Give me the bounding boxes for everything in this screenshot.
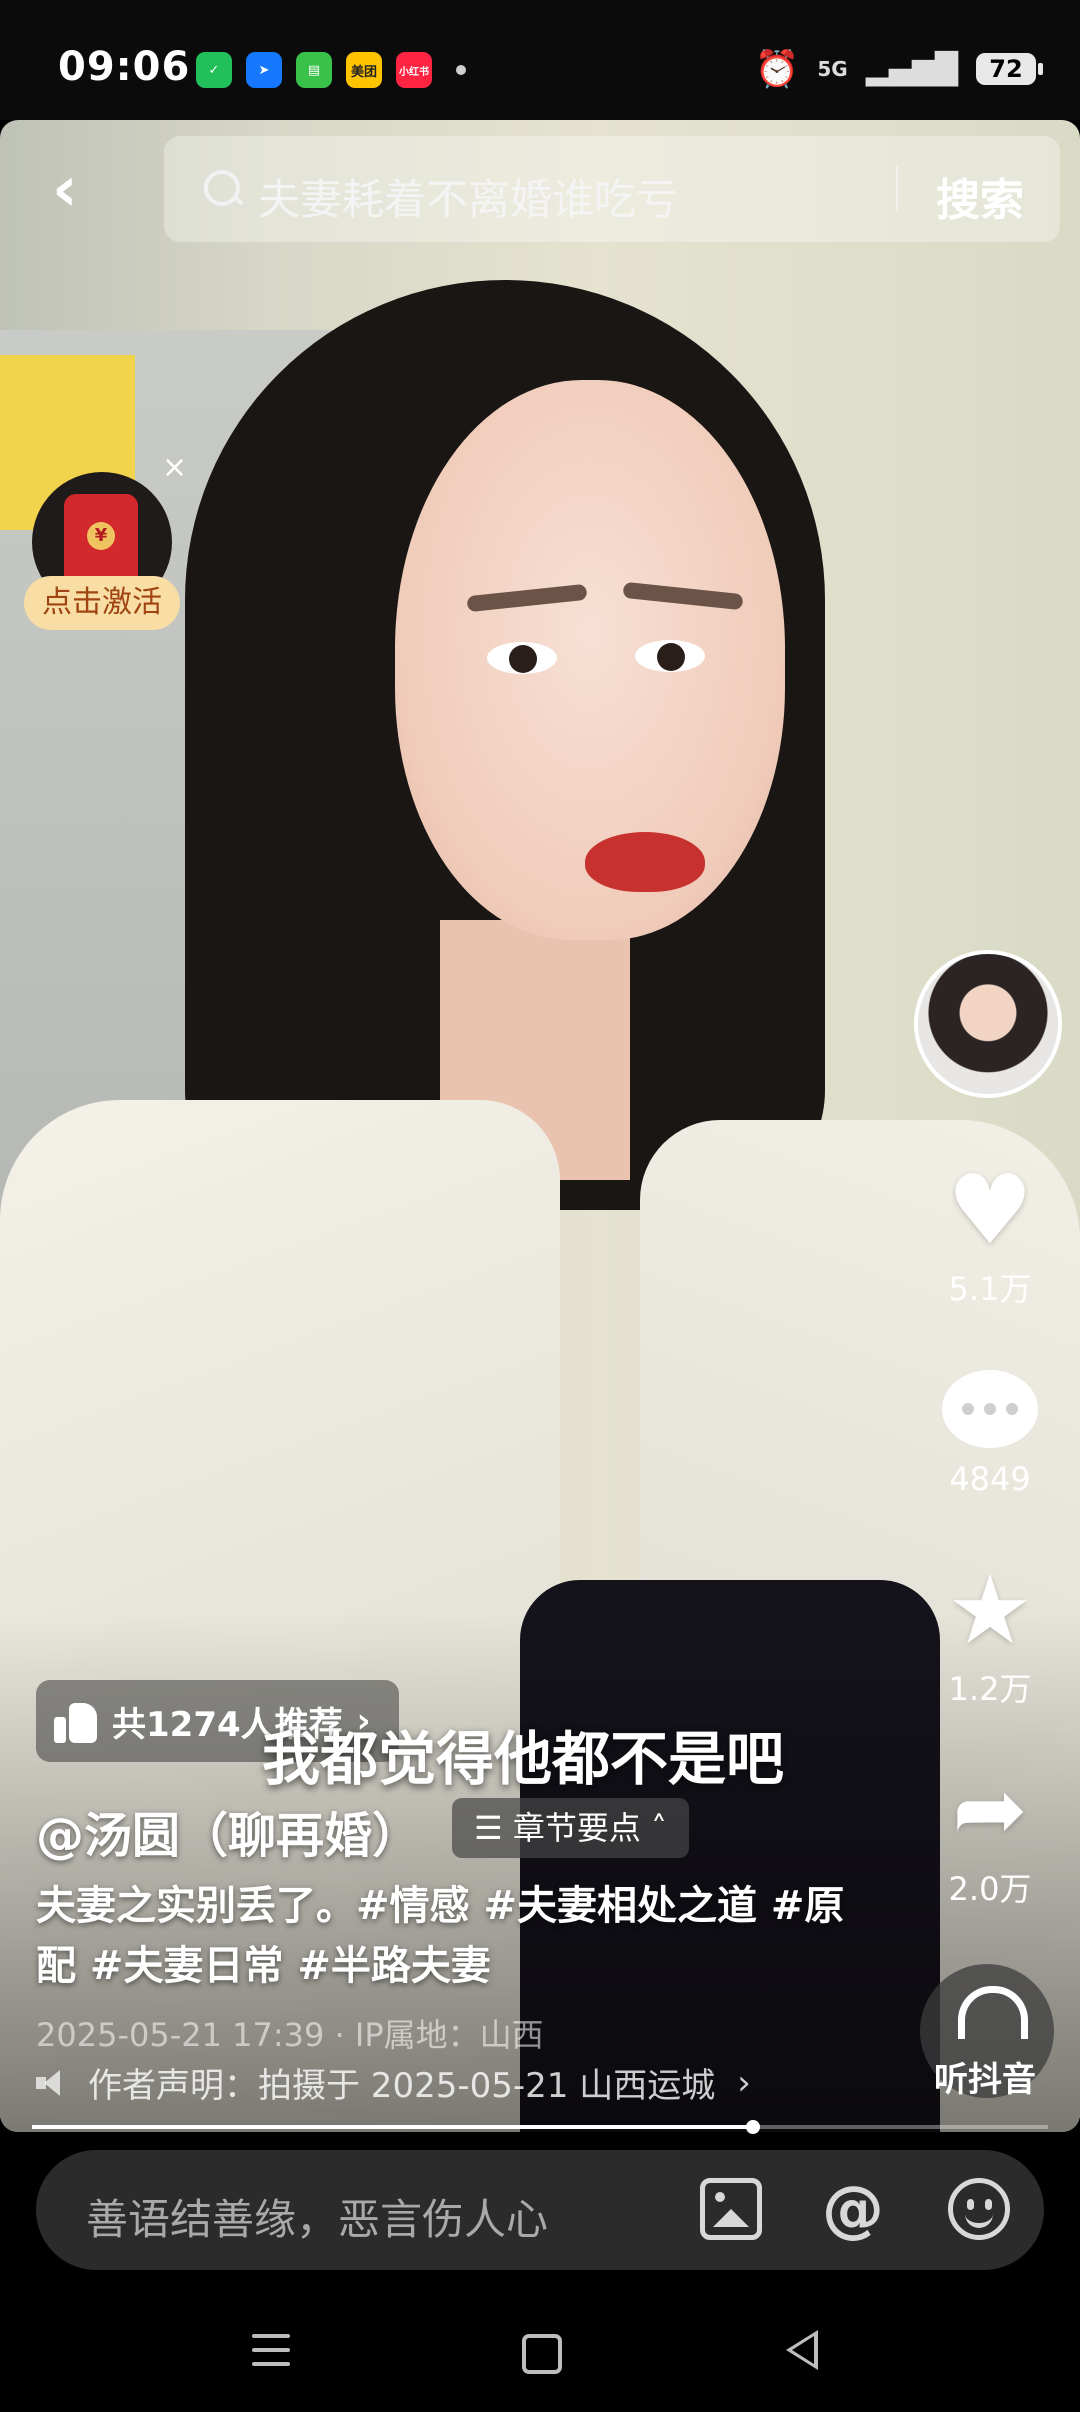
right-brow [622, 581, 744, 611]
right-eye [635, 640, 705, 672]
like-count: 5.1万 [948, 1270, 1032, 1308]
star-icon: ★ [946, 1554, 1034, 1666]
like-button[interactable]: ♥ 5.1万 [920, 1160, 1060, 1310]
search-box[interactable]: 夫妻耗着不离婚谁吃亏 搜索 [164, 136, 1060, 242]
thumbs-up-icon [54, 1699, 98, 1743]
meituan-icon: 美团 [346, 52, 382, 88]
activate-button[interactable]: 点击激活 [24, 576, 180, 630]
home-icon[interactable] [522, 2334, 562, 2374]
promo-close-icon[interactable]: × [162, 450, 187, 485]
top-bar: ‹ 夫妻耗着不离婚谁吃亏 搜索 [0, 120, 1080, 250]
chapter-label: 章节要点 [512, 1809, 641, 1847]
comment-input[interactable]: 善语结善缘，恶言伤人心 [86, 2186, 548, 2247]
search-icon [204, 170, 240, 206]
notification-icons: ✓ ➤ ▤ 美团 小红书 [196, 52, 466, 88]
video-subject-lips [585, 832, 705, 892]
chapter-button[interactable]: ☰ 章节要点 ˄ [452, 1798, 690, 1858]
mention-icon[interactable]: @ [822, 2178, 884, 2240]
left-brow [466, 583, 588, 613]
recent-apps-icon[interactable] [252, 2334, 290, 2376]
listen-label[interactable]: 听抖音 [934, 2052, 1036, 2101]
comment-icon [942, 1370, 1038, 1448]
comment-bar[interactable]: 善语结善缘，恶言伤人心 @ [36, 2150, 1044, 2270]
speaker-icon [36, 2069, 66, 2096]
network-type: 5G [817, 57, 848, 81]
favorite-button[interactable]: ★ 1.2万 [920, 1560, 1060, 1710]
envelope-seal-icon: ¥ [87, 522, 115, 550]
declaration-text: 作者声明：拍摄于 2025-05-21 山西运城 [88, 2066, 716, 2106]
author-name[interactable]: @汤圆（聊再婚） [36, 1796, 420, 1866]
search-query[interactable]: 夫妻耗着不离婚谁吃亏 [258, 166, 678, 227]
image-icon[interactable] [700, 2178, 762, 2240]
comment-button[interactable]: 4849 [920, 1370, 1060, 1498]
search-button[interactable]: 搜索 [936, 164, 1024, 228]
system-nav-bar [0, 2290, 1080, 2412]
video-progress-bar[interactable] [32, 2120, 1048, 2134]
author-avatar[interactable] [914, 950, 1062, 1098]
share-button[interactable]: ➦ 2.0万 [920, 1760, 1060, 1910]
alarm-icon: ⏰ [754, 49, 800, 90]
more-notifications-dot [456, 65, 466, 75]
chevron-right-icon: › [737, 2062, 751, 2103]
comment-count: 4849 [949, 1460, 1031, 1498]
list-icon: ☰ [474, 1809, 513, 1847]
status-bar: 09:06 ✓ ➤ ▤ 美团 小红书 ⏰ 5G ▂▄▆█ 72 [0, 0, 1080, 120]
author-declaration[interactable]: 作者声明：拍摄于 2025-05-21 山西运城 › [36, 2058, 751, 2107]
battery-indicator: 72 [976, 53, 1043, 85]
search-divider [896, 166, 898, 212]
wechat-icon: ✓ [196, 52, 232, 88]
xiaohongshu-icon: 小红书 [396, 52, 432, 88]
back-icon[interactable]: ‹ [52, 158, 78, 220]
left-eye [487, 642, 557, 674]
video-description[interactable]: 夫妻之实别丢了。#情感 #夫妻相处之道 #原配 #夫妻日常 #半路夫妻 [36, 1876, 856, 1996]
heart-icon: ♥ [946, 1154, 1034, 1266]
share-count: 2.0万 [948, 1870, 1032, 1908]
progress-fill [32, 2125, 754, 2129]
emoji-icon[interactable] [948, 2178, 1010, 2240]
share-arrow-icon: ➦ [952, 1757, 1028, 1862]
system-icons: ⏰ 5G ▂▄▆█ 72 [754, 48, 1043, 90]
chevron-up-icon: ˄ [640, 1809, 668, 1847]
favorite-count: 1.2万 [948, 1670, 1032, 1708]
video-meta: 2025-05-21 17:39 · IP属地：山西 [36, 2016, 544, 2054]
headphones-icon [958, 1986, 1028, 2039]
status-time: 09:06 [58, 44, 191, 90]
signal-icon: ▂▄▆█ [865, 51, 958, 87]
dingtalk-icon: ➤ [246, 52, 282, 88]
video-subtitle: 我都觉得他都不是吧 [262, 1725, 785, 1793]
messages-icon: ▤ [296, 52, 332, 88]
nav-back-icon[interactable] [786, 2330, 818, 2370]
